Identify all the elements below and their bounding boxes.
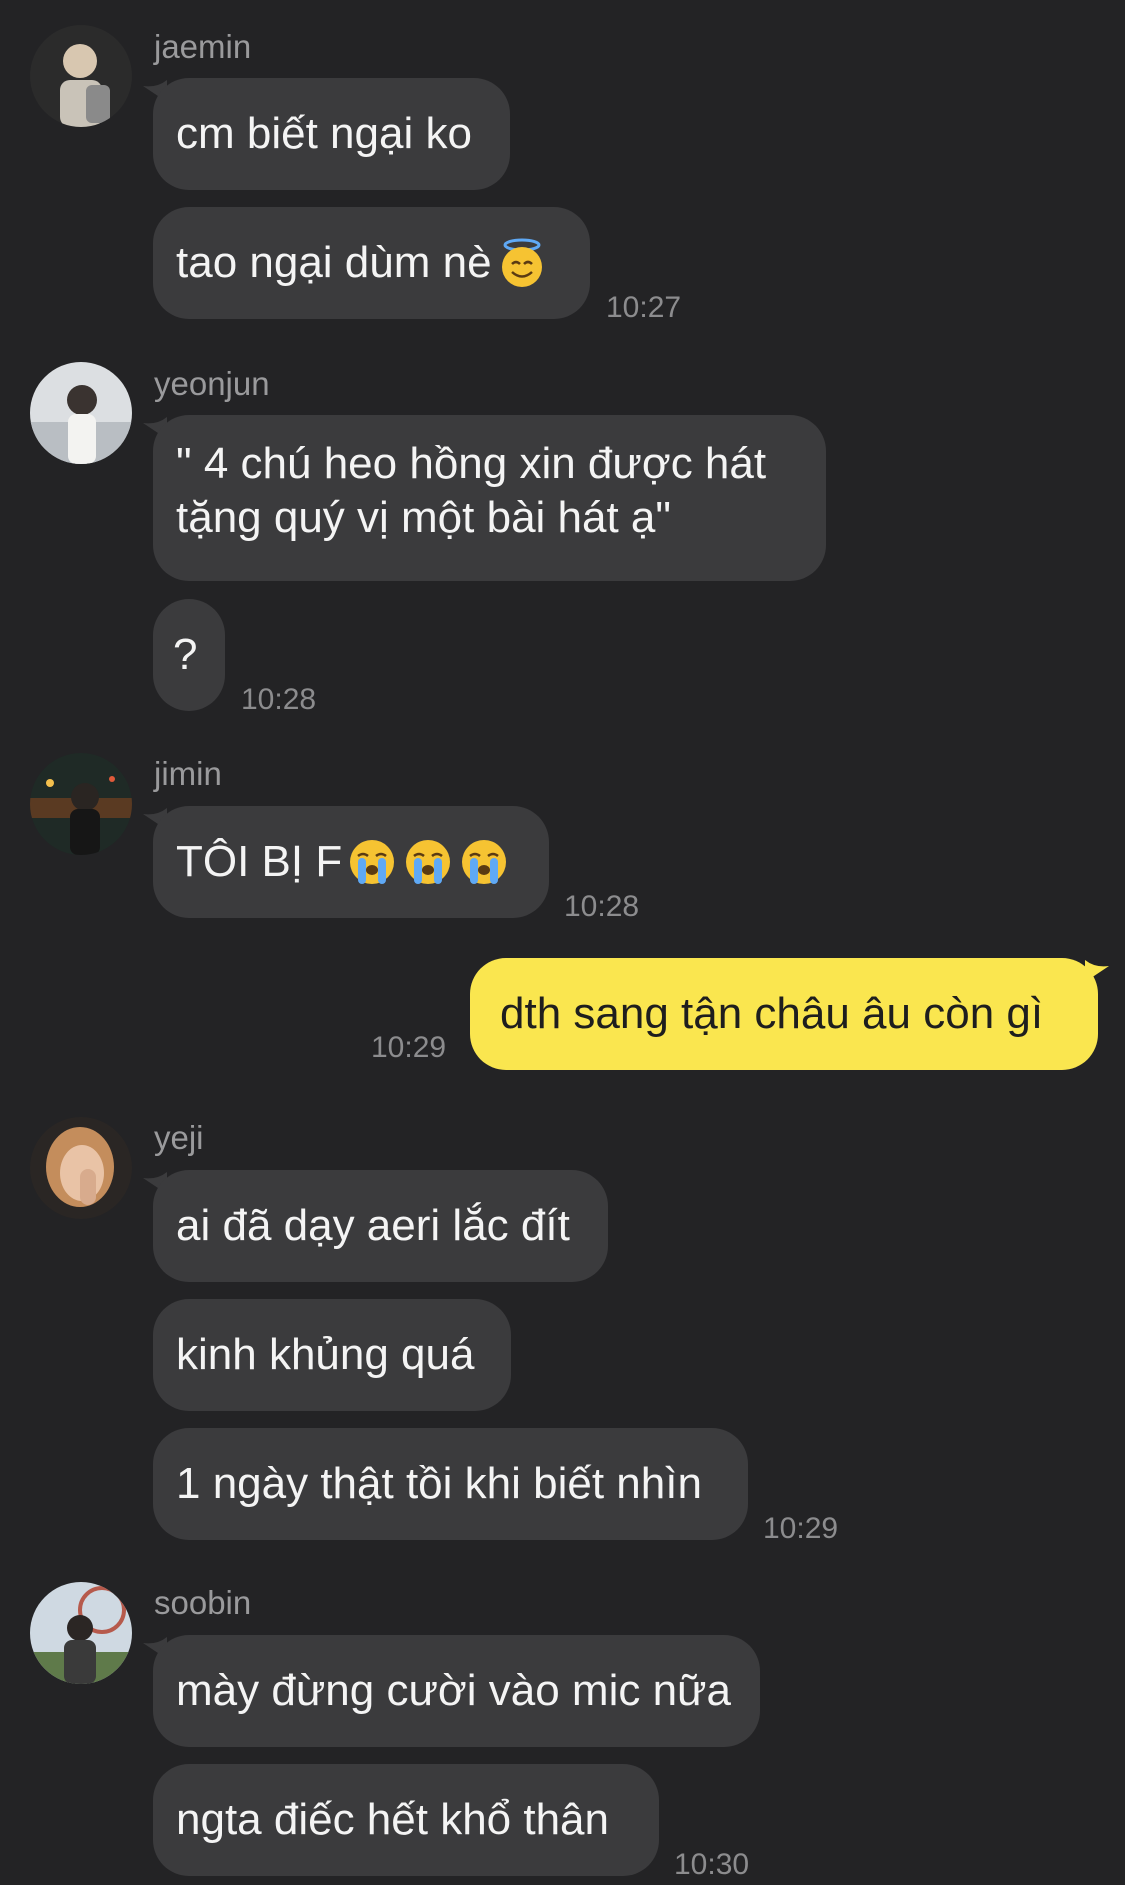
message-timestamp: 10:28 (564, 890, 640, 923)
bubble-tail (1085, 960, 1109, 982)
message-text: ai đã dạy aeri lắc đít (176, 1201, 570, 1250)
message-bubble[interactable]: kinh khủng quá (153, 1299, 511, 1411)
message-timestamp: 10:29 (763, 1512, 839, 1545)
message-bubble[interactable]: cm biết ngại ko (153, 78, 510, 190)
avatar-jaemin[interactable] (30, 25, 132, 127)
avatar-yeji[interactable] (30, 1117, 132, 1219)
message-bubble-outgoing[interactable]: dth sang tận châu âu còn gì (470, 958, 1098, 1070)
message-timestamp: 10:27 (606, 291, 682, 324)
avatar-soobin[interactable] (30, 1582, 132, 1684)
avatar-yeonjun[interactable] (30, 362, 132, 464)
message-text: dth sang tận châu âu còn gì (500, 989, 1044, 1038)
message-timestamp: 10:29 (371, 1031, 447, 1064)
message-text: TÔI BỊ F (176, 837, 343, 886)
message-text: kinh khủng quá (176, 1330, 475, 1379)
message-text: ? (173, 630, 198, 679)
smiling-face-with-halo-icon (501, 238, 542, 287)
message-text: tao ngại dùm nè (176, 238, 492, 287)
message-text: cm biết ngại ko (176, 109, 472, 158)
message-bubble[interactable]: mày đừng cười vào mic nữa (153, 1635, 760, 1747)
message-bubble[interactable]: 1 ngày thật tồi khi biết nhìn (153, 1428, 748, 1540)
loudly-crying-face-icon (350, 840, 395, 884)
message-bubble[interactable]: ? (153, 599, 225, 711)
sender-name: jimin (154, 755, 222, 792)
sender-name: yeonjun (154, 365, 270, 402)
sender-name: soobin (154, 1584, 252, 1621)
message-text: " 4 chú heo hồng xin được hát tặng quý v… (176, 439, 767, 542)
message-text: ngta điếc hết khổ thân (176, 1795, 609, 1844)
avatar-jimin[interactable] (30, 753, 132, 855)
message-timestamp: 10:30 (674, 1848, 750, 1881)
sender-name: yeji (154, 1119, 204, 1156)
loudly-crying-face-icon (462, 840, 507, 884)
message-bubble[interactable]: " 4 chú heo hồng xin được hát tặng quý v… (153, 415, 826, 581)
sender-name: jaemin (154, 28, 252, 65)
message-bubble[interactable]: TÔI BỊ F (153, 806, 549, 918)
message-text: mày đừng cười vào mic nữa (176, 1666, 731, 1715)
message-text: 1 ngày thật tồi khi biết nhìn (176, 1459, 702, 1508)
loudly-crying-face-icon (406, 840, 451, 884)
message-bubble[interactable]: tao ngại dùm nè (153, 207, 590, 319)
message-timestamp: 10:28 (241, 683, 317, 716)
message-bubble[interactable]: ngta điếc hết khổ thân (153, 1764, 659, 1876)
message-bubble[interactable]: ai đã dạy aeri lắc đít (153, 1170, 608, 1282)
